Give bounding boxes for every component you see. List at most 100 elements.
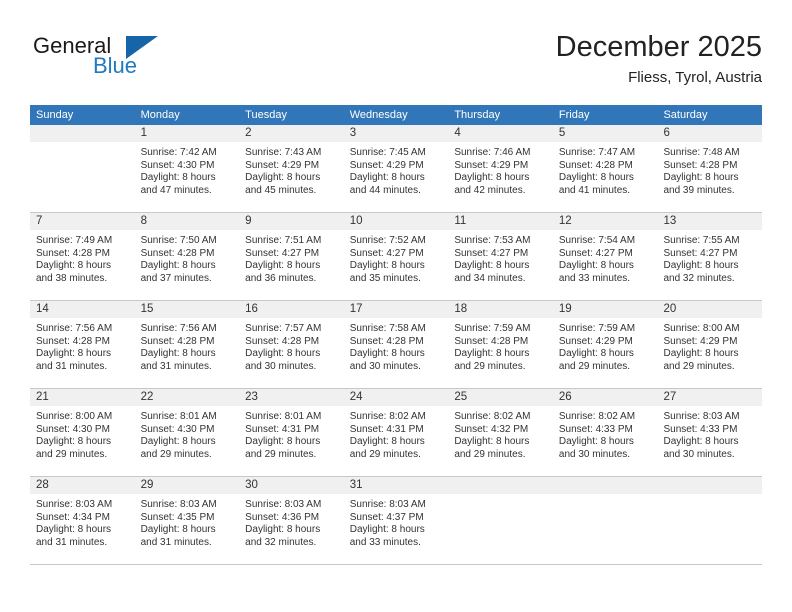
day-number-band: 8	[134, 213, 240, 230]
daylight-text-line1: Daylight: 8 hours	[349, 260, 425, 272]
day-cell[interactable]: 14 Sunrise: 7:56 AM Sunset: 4:28 PM Dayl…	[30, 301, 135, 388]
day-cell[interactable]: 18 Sunrise: 7:59 AM Sunset: 4:28 PM Dayl…	[448, 301, 553, 388]
daylight-text-line2: and 29 minutes.	[36, 448, 108, 460]
page-header: General Blue December 2025 Fliess, Tyrol…	[30, 30, 762, 92]
sunset-text: Sunset: 4:37 PM	[349, 511, 424, 523]
day-cell[interactable]: 24 Sunrise: 8:02 AM Sunset: 4:31 PM Dayl…	[343, 389, 449, 476]
day-cell[interactable]: 8 Sunrise: 7:50 AM Sunset: 4:28 PM Dayli…	[134, 213, 240, 300]
day-cell[interactable]: 31 Sunrise: 8:03 AM Sunset: 4:37 PM Dayl…	[343, 477, 449, 564]
day-info: Sunrise: 8:01 AM Sunset: 4:31 PM Dayligh…	[239, 406, 344, 461]
day-cell[interactable]: 19 Sunrise: 7:59 AM Sunset: 4:29 PM Dayl…	[552, 301, 658, 388]
sunset-text: Sunset: 4:29 PM	[454, 159, 529, 171]
day-cell[interactable]: 30 Sunrise: 8:03 AM Sunset: 4:36 PM Dayl…	[239, 477, 344, 564]
day-info: Sunrise: 7:59 AM Sunset: 4:29 PM Dayligh…	[553, 318, 658, 373]
day-cell[interactable]: 5 Sunrise: 7:47 AM Sunset: 4:28 PM Dayli…	[552, 125, 658, 212]
day-cell[interactable]: 2 Sunrise: 7:43 AM Sunset: 4:29 PM Dayli…	[239, 125, 344, 212]
title-block: December 2025 Fliess, Tyrol, Austria	[556, 30, 762, 87]
sunset-text: Sunset: 4:28 PM	[140, 335, 215, 347]
day-info: Sunrise: 8:03 AM Sunset: 4:37 PM Dayligh…	[344, 494, 449, 549]
calendar-page: General Blue December 2025 Fliess, Tyrol…	[0, 0, 792, 612]
day-cell[interactable]: 10 Sunrise: 7:52 AM Sunset: 4:27 PM Dayl…	[343, 213, 449, 300]
day-cell[interactable]: 3 Sunrise: 7:45 AM Sunset: 4:29 PM Dayli…	[343, 125, 449, 212]
day-cell[interactable]: 17 Sunrise: 7:58 AM Sunset: 4:28 PM Dayl…	[343, 301, 449, 388]
day-cell[interactable]: 25 Sunrise: 8:02 AM Sunset: 4:32 PM Dayl…	[448, 389, 553, 476]
day-number: 10	[349, 215, 363, 227]
day-cell[interactable]: 27 Sunrise: 8:03 AM Sunset: 4:33 PM Dayl…	[657, 389, 763, 476]
day-cell[interactable]	[30, 125, 135, 212]
day-info: Sunrise: 8:03 AM Sunset: 4:36 PM Dayligh…	[239, 494, 344, 549]
sunset-text: Sunset: 4:36 PM	[245, 511, 320, 523]
day-number-band: 3	[343, 125, 449, 142]
day-cell[interactable]: 29 Sunrise: 8:03 AM Sunset: 4:35 PM Dayl…	[134, 477, 240, 564]
daylight-text-line2: and 29 minutes.	[349, 448, 421, 460]
sunrise-text: Sunrise: 7:49 AM	[36, 235, 113, 246]
day-number: 3	[349, 127, 357, 139]
day-info: Sunrise: 7:53 AM Sunset: 4:27 PM Dayligh…	[448, 230, 553, 285]
day-cell[interactable]: 6 Sunrise: 7:48 AM Sunset: 4:28 PM Dayli…	[657, 125, 763, 212]
day-info: Sunrise: 7:48 AM Sunset: 4:28 PM Dayligh…	[657, 142, 762, 197]
day-number: 5	[558, 127, 566, 139]
day-number-band: 25	[448, 389, 553, 406]
day-number: 22	[140, 391, 154, 403]
sunset-text: Sunset: 4:28 PM	[349, 335, 424, 347]
day-cell[interactable]: 11 Sunrise: 7:53 AM Sunset: 4:27 PM Dayl…	[448, 213, 553, 300]
day-cell[interactable]: 4 Sunrise: 7:46 AM Sunset: 4:29 PM Dayli…	[448, 125, 553, 212]
sunset-text: Sunset: 4:32 PM	[454, 423, 529, 435]
day-info: Sunrise: 7:54 AM Sunset: 4:27 PM Dayligh…	[553, 230, 658, 285]
day-cell[interactable]: 7 Sunrise: 7:49 AM Sunset: 4:28 PM Dayli…	[30, 213, 135, 300]
day-number: 23	[245, 391, 258, 403]
weekday-header-friday: Friday	[558, 109, 590, 121]
brand-logo[interactable]: General Blue	[33, 34, 213, 90]
daylight-text-line1: Daylight: 8 hours	[454, 436, 530, 448]
daylight-text-line1: Daylight: 8 hours	[663, 260, 739, 272]
daylight-text-line2: and 44 minutes.	[349, 184, 421, 196]
day-cell[interactable]	[552, 477, 658, 564]
day-number: 7	[36, 215, 43, 227]
sunrise-text: Sunrise: 7:43 AM	[245, 147, 322, 158]
day-number: 20	[663, 303, 677, 315]
day-number-band: 24	[343, 389, 449, 406]
weekday-header-sunday: Sunday	[36, 109, 74, 121]
daylight-text-line2: and 33 minutes.	[558, 272, 631, 284]
day-cell[interactable]: 21 Sunrise: 8:00 AM Sunset: 4:30 PM Dayl…	[30, 389, 135, 476]
day-number-band: 5	[552, 125, 658, 142]
sunrise-text: Sunrise: 8:02 AM	[454, 411, 531, 422]
daylight-text-line2: and 38 minutes.	[36, 272, 108, 284]
day-cell[interactable]: 28 Sunrise: 8:03 AM Sunset: 4:34 PM Dayl…	[30, 477, 135, 564]
day-number: 6	[663, 127, 670, 139]
day-info: Sunrise: 7:43 AM Sunset: 4:29 PM Dayligh…	[239, 142, 344, 197]
day-cell[interactable]: 20 Sunrise: 8:00 AM Sunset: 4:29 PM Dayl…	[657, 301, 763, 388]
day-number: 16	[245, 303, 258, 315]
day-cell[interactable]: 16 Sunrise: 7:57 AM Sunset: 4:28 PM Dayl…	[239, 301, 344, 388]
day-cell[interactable]: 22 Sunrise: 8:01 AM Sunset: 4:30 PM Dayl…	[134, 389, 240, 476]
day-cell[interactable]: 12 Sunrise: 7:54 AM Sunset: 4:27 PM Dayl…	[552, 213, 658, 300]
day-number-band: 2	[239, 125, 344, 142]
day-cell[interactable]: 23 Sunrise: 8:01 AM Sunset: 4:31 PM Dayl…	[239, 389, 344, 476]
day-info: Sunrise: 7:47 AM Sunset: 4:28 PM Dayligh…	[553, 142, 658, 197]
daylight-text-line1: Daylight: 8 hours	[454, 172, 530, 184]
daylight-text-line1: Daylight: 8 hours	[349, 524, 425, 536]
sunrise-text: Sunrise: 8:03 AM	[245, 499, 322, 510]
day-cell[interactable]: 1 Sunrise: 7:42 AM Sunset: 4:30 PM Dayli…	[134, 125, 240, 212]
day-info: Sunrise: 7:56 AM Sunset: 4:28 PM Dayligh…	[30, 318, 135, 373]
day-cell[interactable]: 15 Sunrise: 7:56 AM Sunset: 4:28 PM Dayl…	[134, 301, 240, 388]
day-cell[interactable]: 9 Sunrise: 7:51 AM Sunset: 4:27 PM Dayli…	[239, 213, 344, 300]
day-cell[interactable]	[448, 477, 553, 564]
sunrise-text: Sunrise: 8:02 AM	[349, 411, 426, 422]
day-number: 31	[349, 479, 363, 491]
sunrise-text: Sunrise: 7:59 AM	[558, 323, 636, 334]
week-row: 28 Sunrise: 8:03 AM Sunset: 4:34 PM Dayl…	[30, 477, 763, 565]
daylight-text-line1: Daylight: 8 hours	[140, 524, 216, 536]
day-cell[interactable]: 26 Sunrise: 8:02 AM Sunset: 4:33 PM Dayl…	[552, 389, 658, 476]
daylight-text-line2: and 36 minutes.	[245, 272, 317, 284]
empty-day-band	[552, 477, 658, 494]
week-row: 1 Sunrise: 7:42 AM Sunset: 4:30 PM Dayli…	[30, 125, 763, 213]
day-number-band: 10	[343, 213, 449, 230]
day-info: Sunrise: 7:58 AM Sunset: 4:28 PM Dayligh…	[344, 318, 449, 373]
day-cell[interactable]	[657, 477, 763, 564]
day-number-band: 13	[657, 213, 763, 230]
day-number-band: 18	[448, 301, 553, 318]
day-cell[interactable]: 13 Sunrise: 7:55 AM Sunset: 4:27 PM Dayl…	[657, 213, 763, 300]
daylight-text-line2: and 32 minutes.	[245, 536, 317, 548]
daylight-text-line1: Daylight: 8 hours	[663, 172, 739, 184]
